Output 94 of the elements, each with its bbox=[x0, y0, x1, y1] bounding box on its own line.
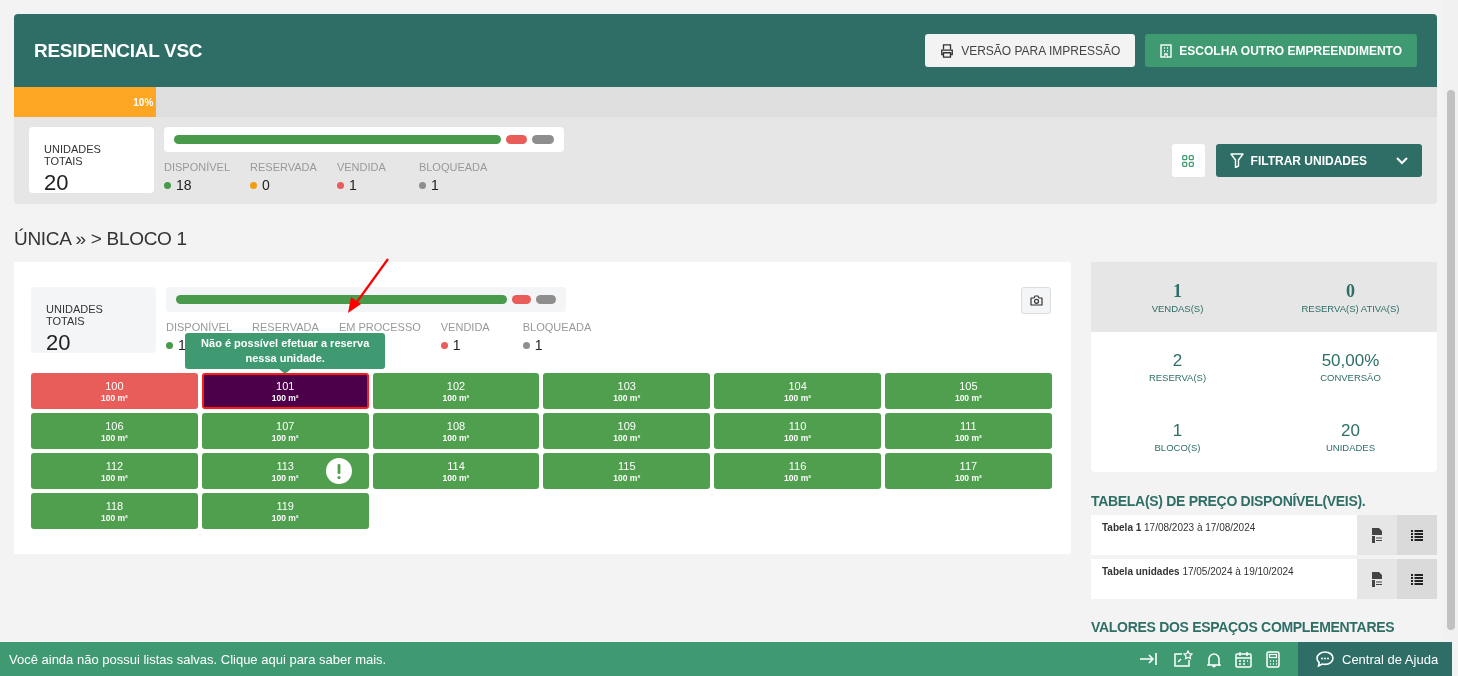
breadcrumb: ÚNICA » > BLOCO 1 bbox=[14, 228, 187, 249]
saved-lists-message[interactable]: Você ainda não possui listas salvas. Clique aqui para saber mais. bbox=[0, 642, 1139, 676]
legend-label: EM PROCESSO bbox=[338, 321, 421, 333]
unit-tile[interactable]: 104 100 m² bbox=[714, 373, 881, 409]
chevron-down-icon bbox=[1396, 156, 1408, 165]
stat-value: 1 bbox=[1172, 421, 1183, 441]
total-units-value: 20 bbox=[44, 170, 70, 196]
legend-label: BLOQUEADA bbox=[522, 321, 592, 333]
grid-icon bbox=[1182, 154, 1195, 167]
unit-tile[interactable]: 106 100 m² bbox=[31, 413, 198, 449]
chat-icon bbox=[1316, 651, 1334, 667]
tooltip: Não é possível efetuar a reserva nessa unidade. bbox=[185, 333, 386, 369]
unit-tile[interactable]: 115 100 m² bbox=[543, 453, 711, 489]
total-units-label: UNIDADES TOTAIS bbox=[46, 303, 104, 327]
choose-project-button[interactable]: ESCOLHA OUTRO EMPREENDIMENTO bbox=[1145, 34, 1417, 67]
bell-icon bbox=[1207, 650, 1221, 668]
legend-count: 1 bbox=[430, 177, 439, 193]
list-icon bbox=[1411, 573, 1423, 585]
unit-tile[interactable]: 102 100 m² bbox=[372, 373, 540, 409]
project-title: RESIDENCIAL VSC bbox=[34, 39, 203, 62]
filter-units-button[interactable]: FILTRAR UNIDADES bbox=[1215, 144, 1422, 177]
stat-label: RESERVA(S) ATIVA(S) bbox=[1301, 302, 1400, 314]
unit-tile[interactable]: 100 100 m² bbox=[31, 373, 198, 409]
legend-label: DISPONÍVEL bbox=[164, 161, 231, 173]
legend-label: VENDIDA bbox=[440, 321, 491, 333]
calculator-button[interactable] bbox=[1266, 650, 1280, 668]
legend-count: 1 bbox=[534, 337, 543, 353]
price-table-text: Tabela 1 17/08/2023 à 17/08/2024 bbox=[1101, 521, 1257, 535]
legend-label: RESERVADA bbox=[250, 161, 317, 173]
total-units-label: UNIDADES TOTAIS bbox=[44, 143, 102, 167]
unit-tile[interactable]: 111 100 m² bbox=[885, 413, 1052, 449]
arrow-to-line-button[interactable] bbox=[1139, 651, 1159, 667]
list-button[interactable] bbox=[1397, 559, 1437, 599]
stat-value: 2 bbox=[1172, 351, 1183, 371]
legend-label: DISPONÍVEL bbox=[166, 321, 233, 333]
unit-tile[interactable]: 114 100 m² bbox=[372, 453, 540, 489]
legend-count: 1 bbox=[452, 337, 461, 353]
legend-count: 1 bbox=[348, 177, 357, 193]
stat-label: UNIDADES bbox=[1325, 442, 1376, 453]
calendar-icon bbox=[1235, 650, 1252, 668]
pdf-button[interactable] bbox=[1357, 559, 1397, 599]
unit-tile[interactable]: 112 100 m² bbox=[31, 453, 198, 489]
unit-tile[interactable]: 113 100 m² bbox=[201, 453, 369, 489]
stat-value: 20 bbox=[1341, 421, 1360, 441]
list-icon bbox=[1411, 529, 1423, 541]
print-version-button[interactable]: VERSÃO PARA IMPRESSÃO bbox=[925, 34, 1136, 67]
arrow-to-line-icon bbox=[1139, 651, 1159, 667]
unit-tile[interactable]: 105 100 m² bbox=[885, 373, 1052, 409]
unit-tile[interactable]: 110 100 m² bbox=[714, 413, 881, 449]
section-title: TABELA(S) DE PREÇO DISPONÍVEL(VEIS). bbox=[1091, 493, 1367, 509]
pdf-button[interactable] bbox=[1357, 515, 1397, 555]
unit-tile[interactable]: 109 100 m² bbox=[543, 413, 711, 449]
pdf-file-icon bbox=[1371, 527, 1383, 543]
stat-label: BLOCO(S) bbox=[1154, 442, 1201, 453]
camera-button[interactable] bbox=[1021, 287, 1051, 314]
tooltip-pointer-icon bbox=[279, 369, 292, 374]
list-button[interactable] bbox=[1397, 515, 1437, 555]
section-title: VALORES DOS ESPAÇOS COMPLEMENTARES bbox=[1091, 619, 1396, 635]
legend-label: BLOQUEADA bbox=[418, 161, 488, 173]
unit-tile[interactable]: 101 100 m² bbox=[201, 373, 369, 409]
camera-icon bbox=[1029, 295, 1043, 306]
card-star-button[interactable] bbox=[1173, 650, 1193, 668]
scrollbar-thumb[interactable] bbox=[1447, 90, 1455, 630]
stat-value: 0 bbox=[1346, 280, 1355, 302]
legend-label: VENDIDA bbox=[336, 161, 387, 173]
grid-view-button[interactable] bbox=[1171, 144, 1205, 177]
stat-label: VENDAS(S) bbox=[1151, 302, 1204, 314]
stat-label: RESERVA(S) bbox=[1148, 372, 1207, 383]
legend-count: 18 bbox=[176, 177, 192, 193]
unit-tile[interactable]: 118 100 m² bbox=[31, 493, 198, 529]
building-icon bbox=[1160, 43, 1173, 58]
unit-tile[interactable]: 117 100 m² bbox=[885, 453, 1052, 489]
unit-tile[interactable]: 107 100 m² bbox=[201, 413, 369, 449]
unit-tile[interactable]: 108 100 m² bbox=[372, 413, 540, 449]
stat-value: 1 bbox=[1173, 280, 1182, 302]
total-units-value: 20 bbox=[46, 330, 72, 356]
stat-label: CONVERSÃO bbox=[1320, 372, 1381, 383]
help-center-button[interactable]: Central de Ajuda bbox=[1298, 642, 1452, 676]
unit-tile[interactable]: 119 100 m² bbox=[201, 493, 369, 529]
printer-icon bbox=[940, 43, 955, 58]
calculator-icon bbox=[1266, 650, 1280, 668]
bell-button[interactable] bbox=[1207, 650, 1221, 668]
filter-icon bbox=[1229, 153, 1244, 168]
legend-count: 0 bbox=[262, 177, 270, 193]
price-table-text: Tabela unidades 17/05/2024 à 19/10/2024 bbox=[1101, 565, 1295, 579]
calendar-button[interactable] bbox=[1235, 650, 1252, 668]
progress-label: 10% bbox=[133, 96, 154, 108]
unit-tile[interactable]: 116 100 m² bbox=[714, 453, 881, 489]
legend-label: RESERVADA bbox=[252, 321, 319, 333]
pdf-file-icon bbox=[1371, 571, 1383, 587]
legend-count: 1 bbox=[178, 337, 186, 353]
card-star-icon bbox=[1173, 650, 1193, 668]
stat-value: 50,00% bbox=[1321, 351, 1380, 371]
unit-tile[interactable]: 103 100 m² bbox=[543, 373, 711, 409]
